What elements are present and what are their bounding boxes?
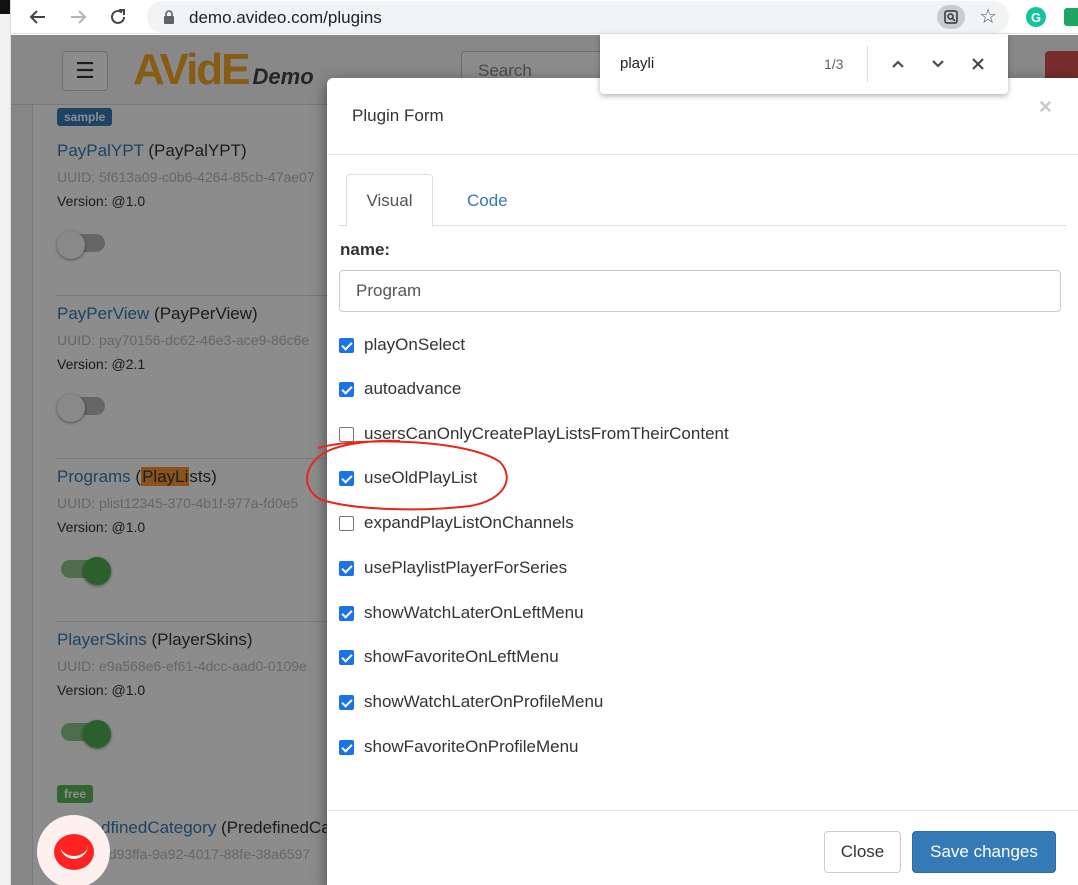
option-showfavoriteonprofilemenu[interactable]: showFavoriteOnProfileMenu [339, 735, 578, 759]
arrow-right-icon [71, 10, 87, 24]
checkbox[interactable] [339, 381, 354, 397]
checkbox[interactable] [339, 470, 354, 486]
modal-footer: Close Save changes [327, 810, 1078, 885]
reload-icon [111, 9, 125, 24]
close-button[interactable]: Close [824, 831, 901, 873]
form-tabs: Visual Code [339, 174, 1066, 227]
find-input[interactable]: playli [620, 55, 654, 72]
modal-close-icon[interactable]: × [1039, 94, 1052, 120]
divider [867, 46, 868, 82]
option-expandplaylistonchannels[interactable]: expandPlayListOnChannels [339, 511, 574, 535]
reload-button[interactable] [105, 4, 131, 30]
grammarly-extension-icon[interactable]: G [1026, 7, 1046, 27]
name-field[interactable]: Program [339, 270, 1061, 312]
checkbox[interactable] [339, 739, 354, 755]
plugin-form-modal: Plugin Form × Visual Code name: Program … [327, 78, 1078, 885]
browser-toolbar: demo.avideo.com/plugins ☆ G [11, 0, 1078, 34]
close-icon [972, 58, 984, 70]
rss-extension-icon[interactable] [1064, 8, 1078, 26]
find-next-button[interactable] [924, 50, 952, 78]
option-showfavoriteonleftmenu[interactable]: showFavoriteOnLeftMenu [339, 645, 559, 669]
checkbox[interactable] [339, 337, 354, 353]
checkbox[interactable] [339, 694, 354, 710]
address-bar[interactable]: demo.avideo.com/plugins ☆ [147, 1, 1009, 33]
chevron-down-icon [932, 60, 944, 68]
back-button[interactable] [25, 4, 51, 30]
find-previous-button[interactable] [884, 50, 912, 78]
option-playonselect[interactable]: playOnSelect [339, 333, 465, 357]
checkbox[interactable] [339, 560, 354, 576]
find-bar: playli 1/3 [600, 34, 1008, 94]
checkbox[interactable] [339, 426, 354, 442]
option-useoldplaylist[interactable]: useOldPlayList [339, 466, 477, 490]
checkbox[interactable] [339, 605, 354, 621]
bookmark-star-icon[interactable]: ☆ [979, 4, 997, 29]
tab-visual[interactable]: Visual [346, 174, 433, 227]
forward-button[interactable] [65, 4, 91, 30]
find-match-count: 1/3 [824, 56, 844, 72]
background-window-titlebar [0, 0, 10, 14]
chat-icon [53, 833, 94, 870]
save-changes-button[interactable]: Save changes [912, 831, 1056, 873]
find-in-page-icon[interactable] [937, 5, 965, 29]
chat-widget-button[interactable] [37, 815, 110, 885]
lock-icon [164, 10, 174, 24]
option-useplaylistplayerforseries[interactable]: usePlaylistPlayerForSeries [339, 556, 567, 580]
tab-code[interactable]: Code [447, 174, 528, 227]
chevron-up-icon [892, 60, 904, 68]
url-text: demo.avideo.com/plugins [189, 8, 382, 27]
arrow-left-icon [29, 10, 45, 24]
name-field-label: name: [340, 240, 391, 259]
modal-title: Plugin Form [352, 106, 444, 125]
find-close-button[interactable] [964, 50, 992, 78]
checkbox[interactable] [339, 515, 354, 531]
option-showwatchlateronleftmenu[interactable]: showWatchLaterOnLeftMenu [339, 601, 584, 625]
option-userscanonlycreateplaylistsfromtheircontent[interactable]: usersCanOnlyCreatePlayListsFromTheirCont… [339, 422, 729, 446]
checkbox[interactable] [339, 649, 354, 665]
background-window-edge [0, 0, 11, 885]
option-autoadvance[interactable]: autoadvance [339, 377, 461, 401]
option-showwatchlateronprofilemenu[interactable]: showWatchLaterOnProfileMenu [339, 690, 603, 714]
